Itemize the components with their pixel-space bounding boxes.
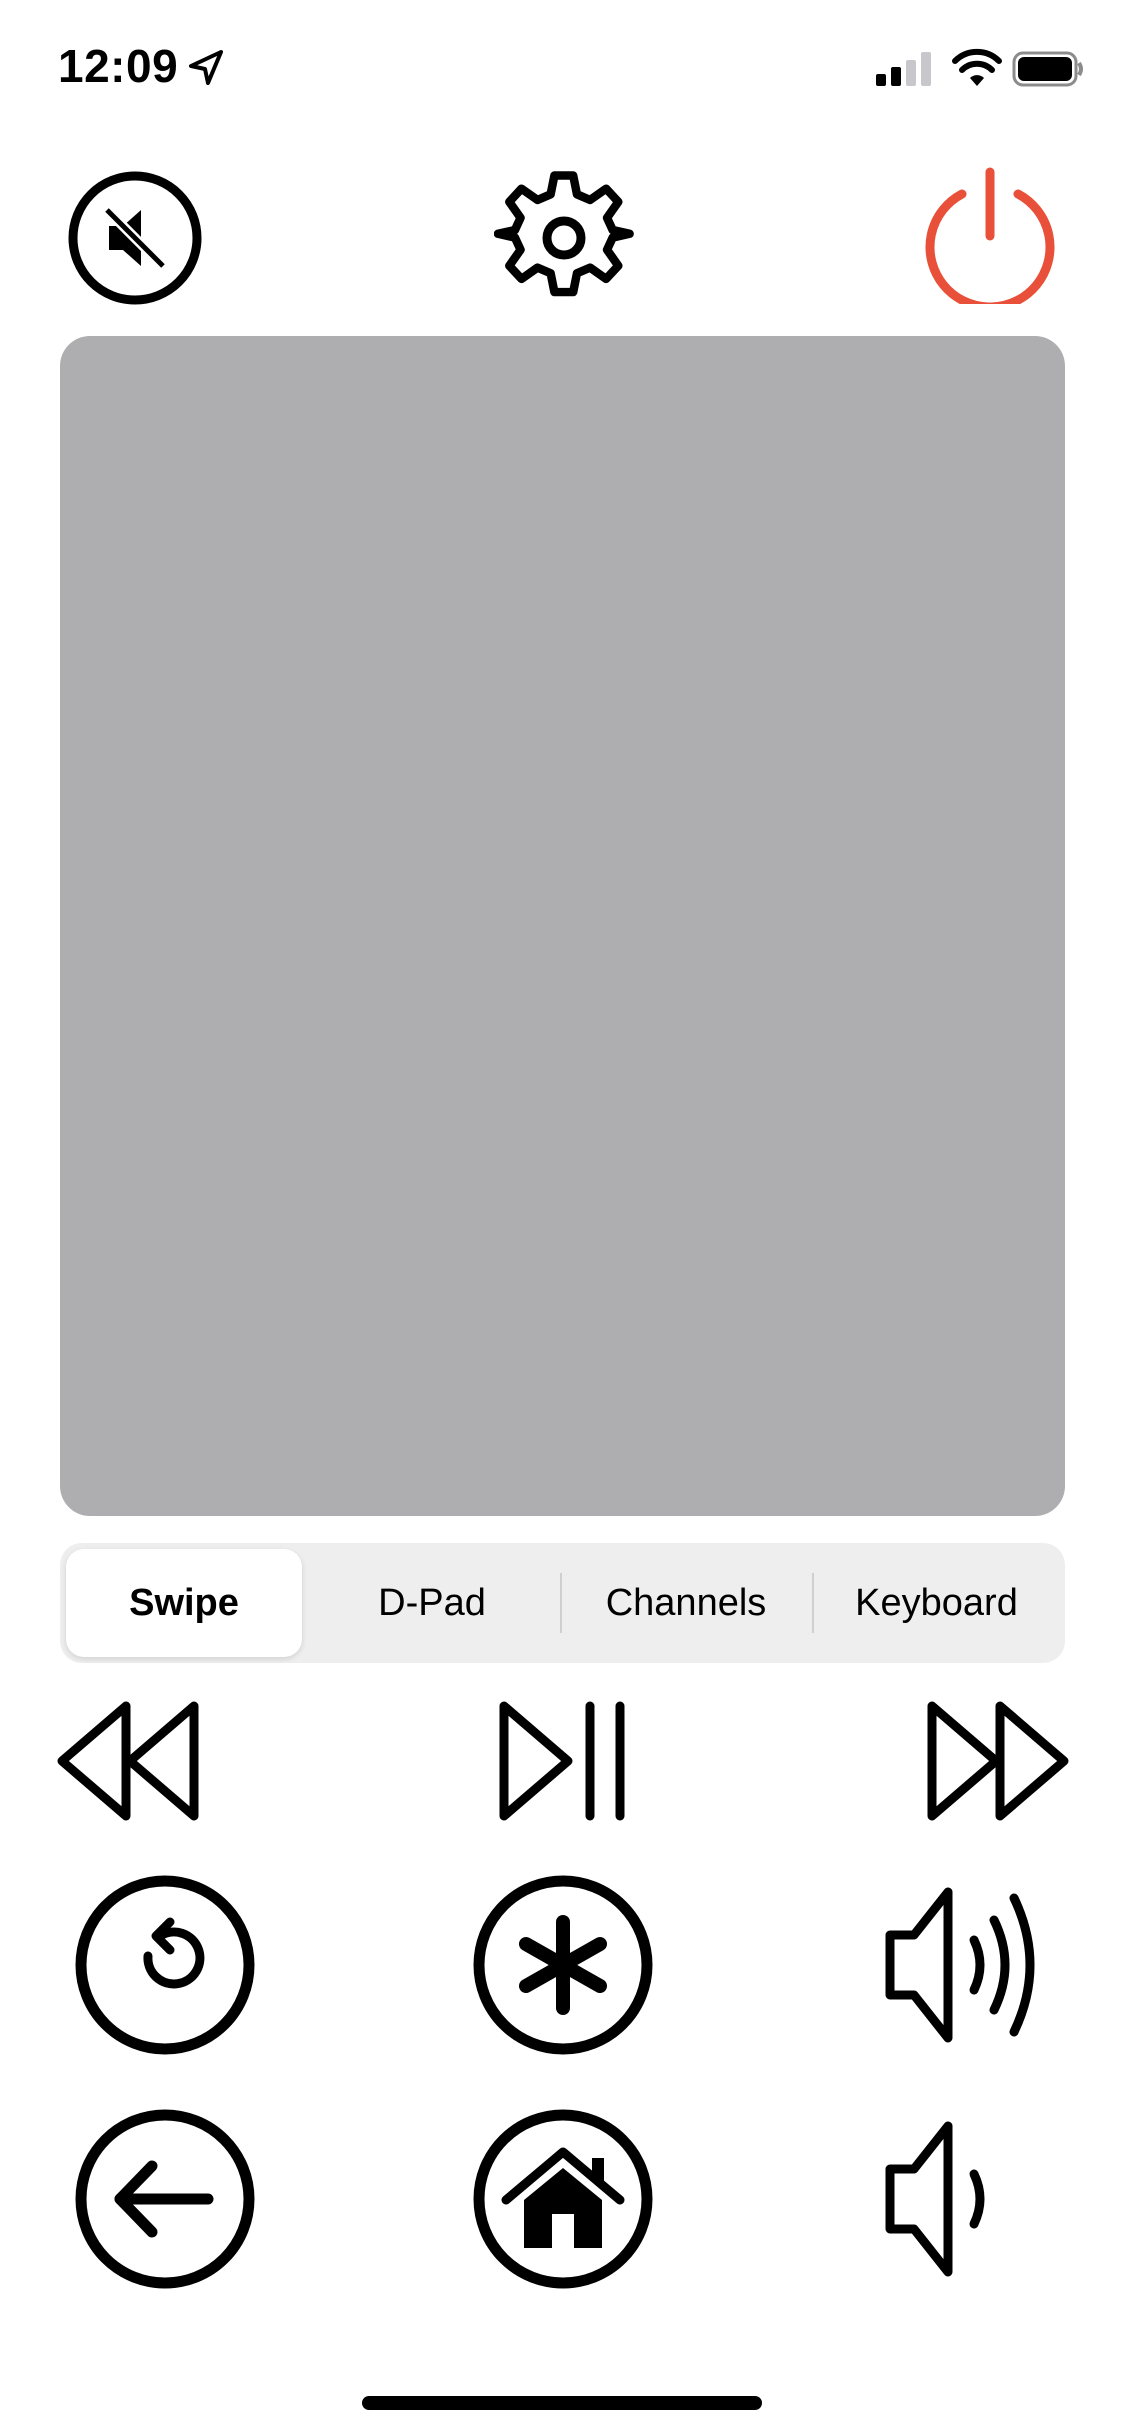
- segment-keyboard[interactable]: Keyboard: [814, 1549, 1059, 1657]
- home-button[interactable]: [468, 2104, 658, 2294]
- home-icon: [473, 2109, 653, 2289]
- volume-down-icon: [885, 2121, 985, 2277]
- back-arrow-icon: [75, 2109, 255, 2289]
- status-time: 12:09: [58, 40, 179, 92]
- mute-button[interactable]: [65, 168, 205, 308]
- segment-d-pad[interactable]: D-Pad: [312, 1549, 552, 1657]
- segment-channels[interactable]: Channels: [562, 1549, 810, 1657]
- play-pause-icon: [499, 1701, 625, 1821]
- speaker-muted-icon: [68, 171, 202, 305]
- rewind-icon: [57, 1701, 199, 1821]
- power-button[interactable]: [920, 164, 1060, 312]
- asterisk-icon: [473, 1875, 653, 2055]
- back-button[interactable]: [70, 2104, 260, 2294]
- replay-icon: [75, 1875, 255, 2055]
- volume-up-icon: [885, 1887, 1035, 2043]
- mode-segmented-control: Swipe D-Pad Channels Keyboard: [60, 1543, 1065, 1663]
- fast-forward-button[interactable]: [910, 1666, 1080, 1856]
- options-button[interactable]: [468, 1870, 658, 2060]
- rewind-button[interactable]: [48, 1666, 218, 1856]
- swipe-touch-pad[interactable]: [60, 336, 1065, 1516]
- cellular-signal-icon: [876, 52, 936, 86]
- home-indicator[interactable]: [362, 2396, 762, 2410]
- settings-button[interactable]: [493, 168, 634, 308]
- wifi-icon: [952, 48, 1002, 88]
- gear-icon: [493, 171, 634, 297]
- location-arrow-icon: [186, 48, 226, 88]
- segment-swipe[interactable]: Swipe: [66, 1549, 302, 1657]
- play-pause-button[interactable]: [478, 1666, 648, 1856]
- battery-icon: [1012, 50, 1084, 88]
- power-icon: [925, 167, 1055, 312]
- volume-up-button[interactable]: [870, 1870, 1060, 2060]
- volume-down-button[interactable]: [870, 2104, 1060, 2294]
- replay-button[interactable]: [70, 1870, 260, 2060]
- fast-forward-icon: [927, 1701, 1069, 1821]
